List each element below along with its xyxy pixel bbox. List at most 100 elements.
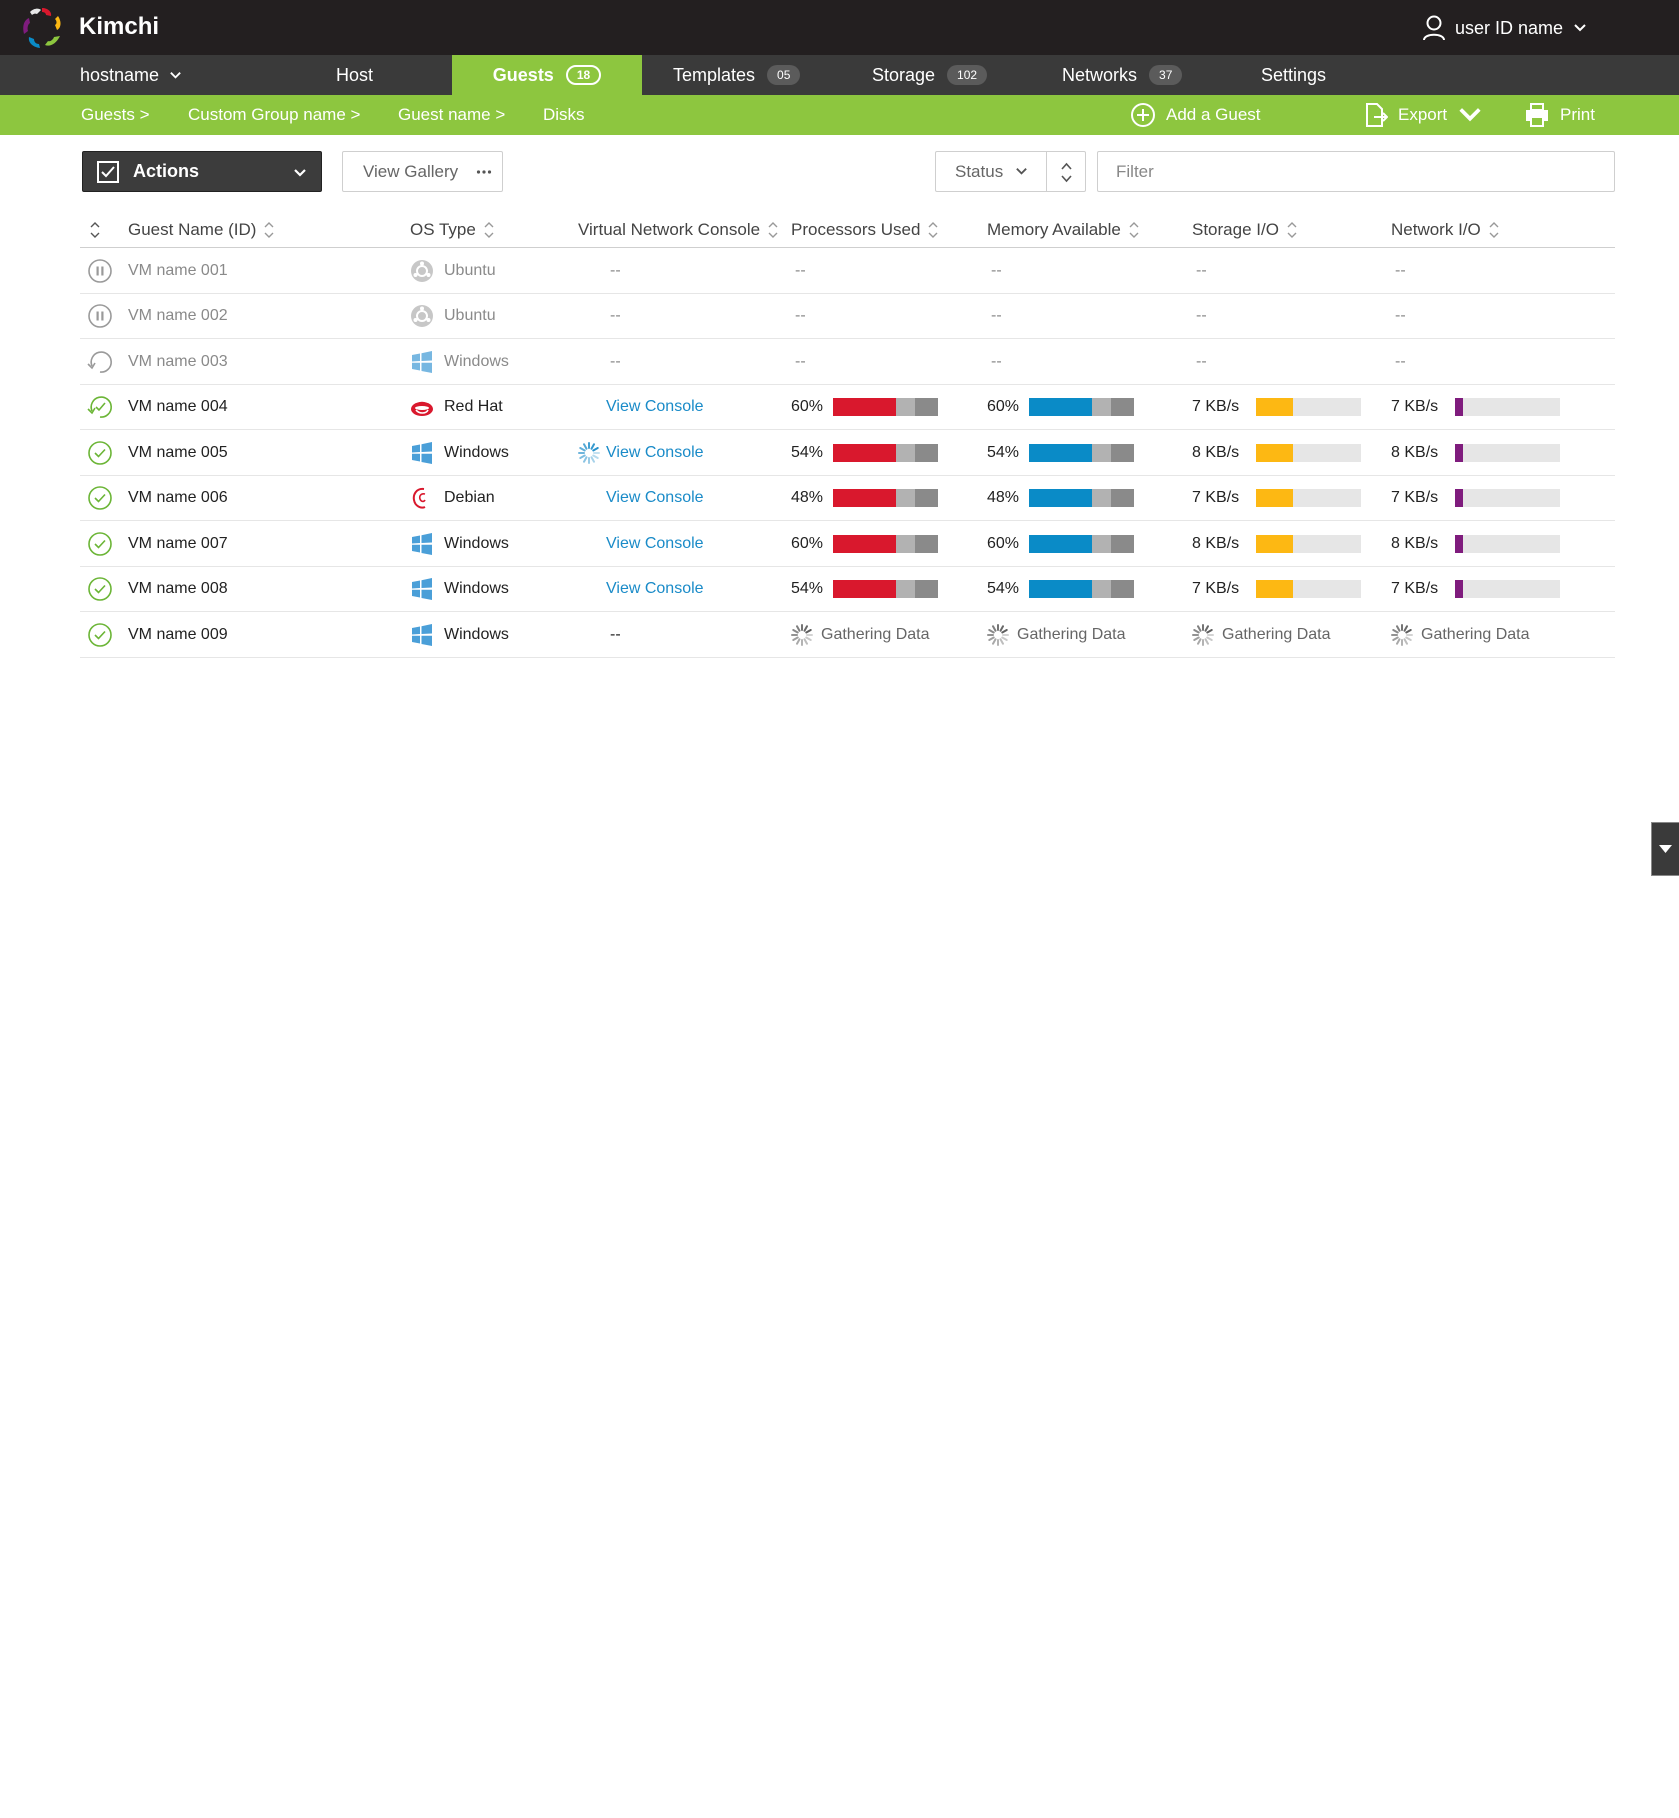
network-empty: -- xyxy=(1395,261,1406,279)
column-header-os-type[interactable]: OS Type xyxy=(410,211,494,248)
column-header-console[interactable]: Virtual Network Console xyxy=(578,211,778,248)
tab-templates[interactable]: Templates 05 xyxy=(673,55,801,95)
console-empty: -- xyxy=(610,261,621,279)
storage-bar-fill xyxy=(1256,443,1293,462)
column-header-storage[interactable]: Storage I/O xyxy=(1192,211,1297,248)
view-console-link[interactable]: View Console xyxy=(606,535,704,553)
tab-networks[interactable]: Networks 37 xyxy=(1062,55,1183,95)
kimchi-logo-icon xyxy=(23,8,61,48)
console-cell: View Console xyxy=(578,567,704,612)
table-row[interactable]: VM name 001 Ubuntu -- -- -- -- -- xyxy=(80,248,1615,294)
table-row[interactable]: VM name 006 Debian View Console 48% 48% 7 KB/… xyxy=(80,476,1615,521)
storage-empty: -- xyxy=(1196,307,1207,324)
column-label: Storage I/O xyxy=(1192,219,1279,239)
view-console-link[interactable]: View Console xyxy=(606,398,704,416)
mem-value: 54% xyxy=(987,443,1020,461)
column-header-memory[interactable]: Memory Available xyxy=(987,211,1139,248)
actions-label: Actions xyxy=(133,161,200,181)
windows-icon xyxy=(412,350,432,373)
check-circle-icon xyxy=(88,440,112,465)
table-row[interactable]: VM name 008 Windows View Console 54% 54% 7 KB… xyxy=(80,567,1615,612)
mem-bar-limit xyxy=(1110,580,1134,598)
os-label: Windows xyxy=(444,534,509,552)
column-label: OS Type xyxy=(410,219,476,239)
table-row[interactable]: VM name 002 Ubuntu -- -- -- -- -- xyxy=(80,294,1615,339)
tab-storage[interactable]: Storage 102 xyxy=(872,55,988,95)
sort-icon xyxy=(1489,221,1499,238)
sort-all-button[interactable] xyxy=(90,211,100,248)
column-header-network[interactable]: Network I/O xyxy=(1391,211,1499,248)
os-label: Debian xyxy=(444,489,495,506)
console-cell: -- xyxy=(578,248,624,293)
tab-host[interactable]: Host xyxy=(336,55,373,95)
console-cell: -- xyxy=(578,339,624,384)
network-bar xyxy=(1455,398,1560,416)
user-menu[interactable]: user ID name xyxy=(1422,13,1587,43)
storage-cell: 7 KB/s xyxy=(1192,567,1361,612)
scroll-down-tab[interactable] xyxy=(1651,822,1679,876)
mem-empty: -- xyxy=(991,352,1002,370)
pause-circle-icon xyxy=(88,304,112,328)
column-header-processors[interactable]: Processors Used xyxy=(791,211,938,248)
guests-table: Guest Name (ID) OS Type Virtual Network … xyxy=(80,211,1615,658)
export-button[interactable]: Export xyxy=(1362,95,1483,135)
cpu-cell: 60% xyxy=(791,385,938,430)
storage-bar xyxy=(1256,580,1361,598)
storage-empty: -- xyxy=(1196,352,1207,370)
count-badge: 102 xyxy=(947,65,988,85)
breadcrumb-item-guests[interactable]: Guests > xyxy=(81,95,150,135)
status-cell xyxy=(86,430,114,475)
storage-cell: 8 KB/s xyxy=(1192,430,1361,475)
tab-guests[interactable]: Guests 18 xyxy=(452,55,642,95)
status-dropdown[interactable]: Status xyxy=(935,151,1047,192)
os-label: Red Hat xyxy=(444,398,503,415)
storage-bar-fill xyxy=(1256,534,1293,553)
print-button[interactable]: Print xyxy=(1524,95,1595,135)
chevron-down-icon xyxy=(294,169,306,177)
sort-icon xyxy=(768,221,778,238)
view-gallery-button[interactable]: View Gallery xyxy=(342,151,503,192)
storage-cell: -- xyxy=(1192,248,1210,293)
add-guest-button[interactable]: Add a Guest xyxy=(1130,95,1261,135)
mem-bar xyxy=(1029,398,1134,416)
mem-bar xyxy=(1029,489,1134,507)
table-row[interactable]: VM name 007 Windows View Console 60% 60% 8 KB… xyxy=(80,521,1615,567)
table-row[interactable]: VM name 004 Red Hat View Console 60% 60% 7 KB… xyxy=(80,385,1615,430)
storage-value: 8 KB/s xyxy=(1192,443,1240,461)
table-row[interactable]: VM name 005 Windows View Console 54% 54% 8 KB… xyxy=(80,430,1615,476)
view-console-link[interactable]: View Console xyxy=(606,489,704,507)
breadcrumb-item-guest[interactable]: Guest name > xyxy=(398,95,505,135)
os-label: Windows xyxy=(444,625,509,643)
cpu-bar-fill xyxy=(833,534,896,553)
table-row[interactable]: VM name 009 Windows -- Gathering Data Gather… xyxy=(80,612,1615,658)
column-header-guest-name[interactable]: Guest Name (ID) xyxy=(128,211,274,248)
view-console-link[interactable]: View Console xyxy=(606,580,704,598)
check-circle-icon xyxy=(88,531,112,556)
loading-spinner-icon xyxy=(1192,623,1214,646)
host-selector[interactable]: hostname xyxy=(80,55,182,95)
count-badge: 37 xyxy=(1149,65,1183,85)
mem-bar-reserved xyxy=(1092,580,1111,598)
os-type-cell: Windows xyxy=(410,567,509,612)
tab-settings[interactable]: Settings xyxy=(1261,55,1326,95)
view-console-link[interactable]: View Console xyxy=(606,444,704,462)
sort-order-button[interactable] xyxy=(1046,151,1086,192)
status-cell xyxy=(86,248,114,293)
cpu-cell: -- xyxy=(791,248,809,293)
status-cell xyxy=(86,476,114,521)
breadcrumb-item-disks[interactable]: Disks xyxy=(543,95,585,135)
hostname-label: hostname xyxy=(80,64,160,85)
table-row[interactable]: VM name 003 Windows -- -- -- -- -- xyxy=(80,339,1615,385)
printer-icon xyxy=(1526,103,1548,127)
cpu-bar-limit xyxy=(914,398,938,416)
storage-cell: 7 KB/s xyxy=(1192,476,1361,521)
mem-bar-fill xyxy=(1029,443,1092,462)
actions-dropdown[interactable]: Actions xyxy=(82,151,322,192)
user-icon xyxy=(1422,15,1445,41)
mem-cell: -- xyxy=(987,294,1005,339)
windows-icon xyxy=(412,441,432,464)
storage-cell: -- xyxy=(1192,339,1210,384)
filter-input[interactable] xyxy=(1097,151,1615,192)
status-cell xyxy=(86,294,114,339)
breadcrumb-item-group[interactable]: Custom Group name > xyxy=(188,95,360,135)
